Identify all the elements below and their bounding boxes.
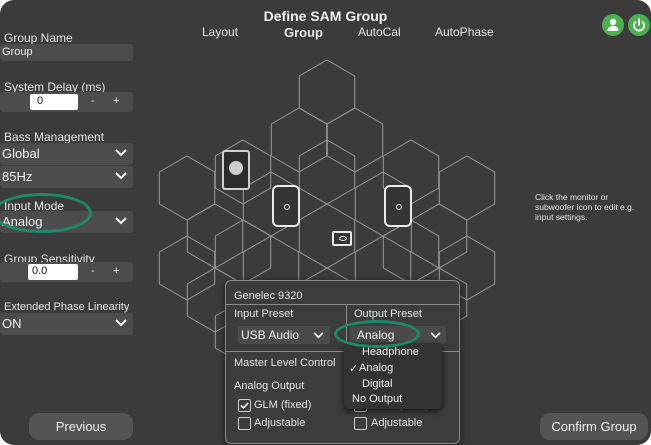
popup-title-divider: [226, 304, 459, 305]
analog-output-label: Analog Output: [234, 380, 305, 392]
hint-text: Click the monitor or subwoofer icon to e…: [535, 192, 635, 222]
input-preset-select[interactable]: USB Audio: [238, 326, 330, 344]
confirm-group-button[interactable]: Confirm Group: [540, 413, 648, 440]
popup-title: Genelec 9320: [234, 290, 303, 302]
subwoofer-icon[interactable]: [332, 231, 352, 246]
glm-fixed-label: GLM (fixed): [254, 399, 312, 411]
input-preset-label: Input Preset: [234, 308, 294, 320]
hex-cell[interactable]: [438, 155, 496, 221]
output-preset-menu: Headphone ✓ Analog Digital No Output: [344, 343, 442, 409]
define-sam-group-window: Define SAM Group Layout Group AutoCal Au…: [0, 0, 651, 445]
speaker-monitor-right-icon[interactable]: [384, 185, 412, 227]
output-preset-highlight: [334, 320, 420, 348]
menu-item-checkmark: ✓: [349, 363, 359, 375]
hex-cell[interactable]: [298, 59, 356, 125]
adjustable-right-label: Adjustable: [371, 417, 423, 429]
output-preset-label: Output Preset: [354, 308, 422, 320]
adjustable-checkbox[interactable]: [238, 417, 251, 430]
speaker-cone: [284, 204, 290, 210]
menu-item-analog[interactable]: Analog: [359, 362, 393, 374]
input-preset-value: USB Audio: [241, 328, 300, 342]
subwoofer-port: [339, 236, 347, 241]
adjustable-right-checkbox[interactable]: [354, 417, 367, 430]
hex-cell[interactable]: [158, 155, 216, 221]
speaker-cone: [229, 161, 243, 175]
master-level-label: Master Level Control: [234, 357, 336, 369]
check-icon: [240, 402, 249, 410]
menu-item-digital[interactable]: Digital: [362, 378, 393, 390]
previous-button[interactable]: Previous: [29, 413, 133, 440]
chevron-down-icon: [313, 332, 324, 339]
speaker-monitor-left-icon[interactable]: [272, 185, 300, 227]
chevron-down-icon: [430, 332, 441, 339]
adjustable-label: Adjustable: [254, 417, 306, 429]
speaker-cone: [396, 204, 402, 210]
menu-item-no-output[interactable]: No Output: [352, 393, 402, 405]
glm-fixed-checkbox[interactable]: [238, 399, 251, 412]
speaker-monitor-inactive-icon[interactable]: [222, 150, 250, 190]
